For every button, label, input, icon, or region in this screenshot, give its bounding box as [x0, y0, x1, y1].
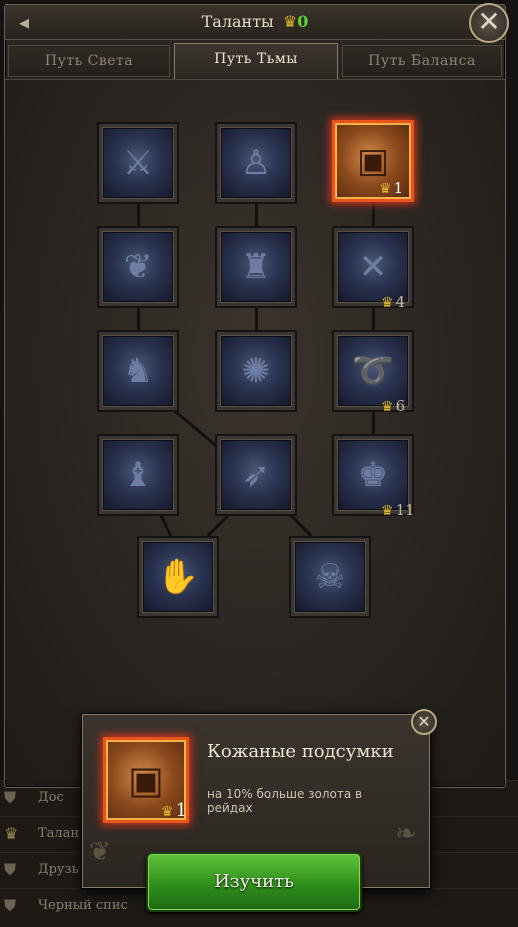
talent-tree: ⚔ ♙ ▣ ♛ 1 ❦ ♜ ✕ ♛ 4 ♞ ✺ ➰ ♛ 6 ♝ ➶ ♚ ♛ 11…	[5, 79, 505, 780]
ornament: ❧	[395, 819, 417, 849]
strongman-icon: ♙	[240, 143, 272, 183]
talent-node[interactable]: ✺	[217, 332, 295, 410]
tree-link	[372, 200, 375, 228]
crown-icon: ♛	[381, 503, 394, 519]
talent-node[interactable]: ✕ ♛ 4	[334, 228, 412, 311]
dark-sigil-icon: ✺	[241, 351, 271, 391]
tree-link	[287, 511, 313, 537]
popup-talent-icon: ▣ ♛ 1	[103, 737, 189, 823]
skull-icon: ☠	[314, 557, 346, 597]
hooded-figure-icon: ♝	[122, 455, 154, 495]
crossbow-icon: ➶	[241, 455, 271, 495]
talent-node[interactable]: ♝	[99, 436, 177, 514]
talent-node[interactable]: ♙	[217, 124, 295, 202]
popup-talent-title: Кожаные подсумки	[207, 741, 394, 762]
shield-icon: ⛊	[4, 860, 17, 879]
popup-close-icon[interactable]: ✕	[411, 709, 437, 735]
talent-cost: ♛ 11	[381, 501, 415, 519]
title-bar: ◂ Таланты ♛0	[5, 5, 505, 40]
crown-icon: ♛	[381, 399, 394, 415]
learn-button[interactable]: Изучить	[146, 852, 362, 912]
talent-node[interactable]: ➶	[217, 436, 295, 514]
popup-talent-description: на 10% больше золота в рейдах	[207, 787, 363, 815]
crown-icon: ♛	[282, 12, 298, 31]
close-icon[interactable]: ✕	[469, 3, 509, 43]
tab-path-of-light[interactable]: Путь Света	[8, 45, 170, 77]
background-menu-label: Черный спис	[38, 898, 128, 913]
tree-link	[172, 408, 218, 448]
background-menu-label: Дос	[38, 790, 64, 805]
shield-icon: ⛊	[4, 896, 17, 915]
ornament: ❦	[89, 837, 111, 867]
tab-path-of-darkness[interactable]: Путь Тьмы	[174, 43, 338, 79]
talent-node[interactable]: ✋	[139, 538, 217, 616]
crown-icon: ♛	[161, 804, 174, 820]
warrior-glow-icon: ♜	[240, 247, 272, 287]
tree-link	[137, 200, 140, 228]
tree-link	[255, 200, 258, 228]
talents-window: ◂ Таланты ♛0 Путь Света Путь Тьмы Путь Б…	[4, 3, 509, 788]
background-menu-label: Талан	[38, 826, 80, 841]
crown-icon: ♛	[4, 824, 19, 843]
crown-icon: ♛	[379, 181, 392, 197]
beast-icon: ♞	[122, 351, 154, 391]
tree-link	[255, 304, 258, 332]
talent-node[interactable]: ♜	[217, 228, 295, 306]
dagger-icon: ⚔	[122, 143, 154, 183]
talent-cost: ♛ 4	[381, 293, 406, 311]
background-menu-label: Друзь	[38, 862, 79, 877]
open-hand-icon: ✋	[156, 557, 200, 597]
shield-icon: ⛊	[4, 788, 17, 807]
talent-node[interactable]: ⚔	[99, 124, 177, 202]
talent-node[interactable]: ♞	[99, 332, 177, 410]
tree-link	[372, 304, 375, 332]
crown-icon: ♛	[381, 295, 394, 311]
title-text: Таланты	[201, 12, 274, 31]
talent-node[interactable]: ➰ ♛ 6	[334, 332, 412, 415]
flame-spirit-icon: ❦	[123, 247, 153, 287]
tree-link	[137, 304, 140, 332]
window-title: Таланты ♛0	[5, 12, 505, 31]
talent-node-selected[interactable]: ▣ ♛ 1	[332, 120, 414, 202]
tab-bar: Путь Света Путь Тьмы Путь Баланса	[8, 43, 502, 79]
tree-link	[206, 511, 232, 537]
talent-points: 0	[297, 12, 309, 31]
talent-cost: ♛ 6	[381, 397, 406, 415]
talent-node[interactable]: ♚ ♛ 11	[334, 436, 415, 519]
talent-cost: ♛ 1	[161, 800, 188, 821]
talent-node[interactable]: ❦	[99, 228, 177, 306]
talent-cost: ♛ 1	[379, 179, 404, 197]
talent-node[interactable]: ☠	[291, 538, 369, 616]
tree-link	[372, 408, 375, 436]
tab-path-of-balance[interactable]: Путь Баланса	[342, 45, 502, 77]
